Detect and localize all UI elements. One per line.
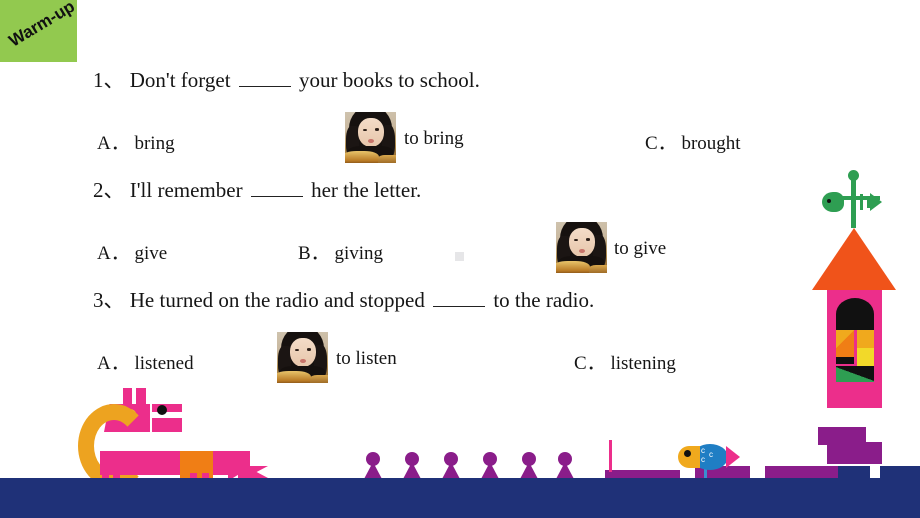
- tower-window-pane-2: [857, 330, 874, 348]
- question-3-text-before: He turned on the radio and stopped: [129, 288, 425, 312]
- question-1-text-before: Don't forget: [129, 68, 231, 92]
- question-1-line: 1、 Don't forget your books to school.: [93, 70, 480, 91]
- fish-scale-mark-2: c: [709, 450, 713, 459]
- question-3-option-b-text: to listen: [336, 348, 397, 369]
- question-2-number: 2、: [93, 178, 125, 202]
- question-3-line: 3、 He turned on the radio and stopped to…: [93, 290, 594, 311]
- dog-snout-bottom: [152, 418, 182, 432]
- photo-mouth: [579, 248, 586, 253]
- question-2-text-after: her the letter.: [311, 178, 422, 202]
- fish-scale-mark-3: c: [701, 455, 705, 464]
- question-2-option-b-label: B．: [298, 243, 330, 264]
- question-1-option-a-text: bring: [134, 133, 175, 154]
- question-1-option-c-text: brought: [681, 133, 741, 154]
- tower-window-pane-5: [836, 366, 874, 382]
- tower-arch-window: [836, 298, 874, 330]
- fish-tail: [726, 446, 740, 468]
- dog-tail: [238, 466, 268, 478]
- pink-flag-pole: [609, 440, 612, 472]
- fish-eye-icon: [684, 450, 691, 457]
- fish-head: [678, 446, 700, 468]
- photo-eye-right: [374, 128, 380, 131]
- question-2-option-b[interactable]: B． giving: [298, 238, 383, 265]
- warm-up-badge-label: Warm-up: [5, 0, 77, 51]
- tower-window-pane-1: [836, 330, 854, 348]
- question-3-option-a-text: listened: [134, 353, 194, 374]
- fish-skeleton-head-icon: [822, 192, 844, 212]
- question-2-line: 2、 I'll remember her the letter.: [93, 180, 421, 201]
- footer-navy-band: [0, 478, 920, 518]
- photo-bowl-secondary: [588, 264, 607, 273]
- question-3-option-c[interactable]: C． listening: [574, 348, 676, 375]
- girl-photo-thumbnail: [345, 112, 396, 163]
- question-3-option-c-label: C．: [574, 353, 606, 374]
- question-3-option-a[interactable]: A． listened: [97, 348, 194, 375]
- photo-bowl-secondary: [309, 374, 328, 383]
- question-3-option-a-label: A．: [97, 353, 130, 374]
- question-3-blank: [433, 291, 486, 307]
- question-3-option-c-text: listening: [610, 353, 676, 374]
- question-1-option-a-label: A．: [97, 133, 130, 154]
- question-2-option-b-text: giving: [334, 243, 383, 264]
- question-1-option-a[interactable]: A． bring: [97, 128, 175, 155]
- question-2-option-c-text: to give: [614, 238, 667, 259]
- warm-up-badge: Warm-up: [0, 0, 77, 62]
- tower-base-block: [827, 442, 882, 464]
- castle-top-ledge: [818, 427, 866, 445]
- question-2-option-c[interactable]: to give: [614, 238, 666, 260]
- question-2-text-before: I'll remember: [129, 178, 243, 202]
- fish-skeleton-eye-icon: [827, 199, 831, 203]
- photo-bowl: [556, 260, 590, 273]
- dog-nose-icon: [157, 405, 167, 415]
- slide-canvas: Warm-up 1、 Don't forget your books to sc…: [0, 0, 920, 518]
- question-1-option-c-label: C．: [645, 133, 677, 154]
- question-1-option-b[interactable]: to bring: [404, 128, 464, 150]
- photo-mouth: [300, 358, 307, 363]
- question-2-option-a-text: give: [134, 243, 168, 264]
- girl-photo-thumbnail: [277, 332, 328, 383]
- question-2-option-a-label: A．: [97, 243, 130, 264]
- photo-bowl: [277, 370, 311, 383]
- tower-roof: [812, 228, 896, 290]
- photo-eye-right: [306, 348, 312, 351]
- fish-skeleton-tail-icon: [870, 193, 882, 211]
- photo-bowl-secondary: [377, 154, 396, 163]
- placeholder-marker: [455, 252, 464, 261]
- girl-photo-thumbnail: [556, 222, 607, 273]
- question-1-blank: [238, 71, 291, 87]
- dog-body: [100, 451, 248, 475]
- question-2-blank: [250, 181, 303, 197]
- question-1-option-b-text: to bring: [404, 128, 464, 149]
- question-2-option-a[interactable]: A． give: [97, 238, 167, 265]
- question-1-option-c[interactable]: C． brought: [645, 128, 741, 155]
- photo-mouth: [368, 138, 375, 143]
- question-1-text-after: your books to school.: [299, 68, 480, 92]
- fish-skeleton-bone-1: [852, 192, 855, 212]
- fish-scale-mark-1: c: [701, 446, 705, 455]
- tower-window-pane-3: [836, 348, 854, 364]
- question-3-text-after: to the radio.: [493, 288, 595, 312]
- fish-skeleton-bone-2: [860, 194, 863, 210]
- question-3-number: 3、: [93, 288, 125, 312]
- photo-bowl: [345, 150, 379, 163]
- question-3-option-b[interactable]: to listen: [336, 348, 397, 370]
- question-1-number: 1、: [93, 68, 125, 92]
- photo-eye-right: [585, 238, 591, 241]
